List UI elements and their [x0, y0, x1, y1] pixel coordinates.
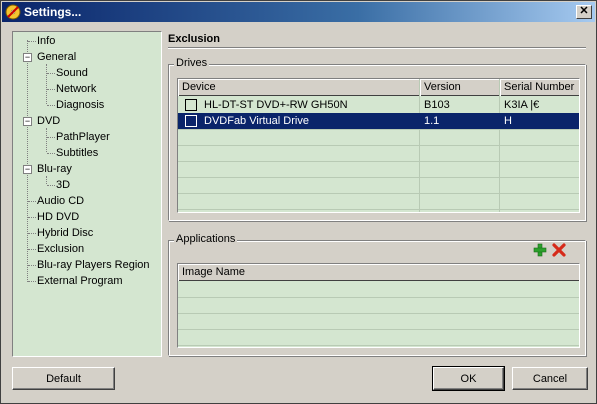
- section-divider: [168, 47, 586, 49]
- tree-item-subtitles[interactable]: Subtitles: [56, 145, 98, 161]
- tree-item-dvd[interactable]: DVD: [37, 113, 60, 129]
- table-row[interactable]: HL-DT-ST DVD+-RW GH50N B103 K3IA |€: [178, 97, 579, 113]
- title-bar[interactable]: Settings... ✕: [2, 2, 595, 22]
- tree-line: [47, 105, 55, 106]
- x-icon[interactable]: [552, 243, 566, 257]
- grid-line: [178, 329, 579, 330]
- grid-line: [178, 129, 579, 130]
- grid-line: [178, 161, 579, 162]
- tree-line: [28, 281, 36, 282]
- tree-line: [27, 40, 28, 282]
- applications-group-label: Applications: [174, 233, 238, 246]
- tree-item-hd-dvd[interactable]: HD DVD: [37, 209, 79, 225]
- tree-item-hybrid-disc[interactable]: Hybrid Disc: [37, 225, 93, 241]
- tree-item-label: Info: [37, 35, 56, 47]
- drives-table-header: Device Version Serial Number: [178, 79, 579, 96]
- tree-item-audio-cd[interactable]: Audio CD: [37, 193, 84, 209]
- grid-line: [178, 193, 579, 194]
- tree-item-label: General: [37, 51, 77, 63]
- tree-item-label: PathPlayer: [56, 131, 110, 143]
- window-title: Settings...: [24, 5, 82, 19]
- minus-icon: −: [24, 164, 31, 174]
- tree-line: [47, 137, 55, 138]
- tree-item-label: DVD: [37, 115, 61, 127]
- page-title: Exclusion: [168, 33, 220, 45]
- grid-line: [178, 345, 579, 346]
- tree-line: [47, 89, 55, 90]
- tree-item-network[interactable]: Network: [56, 81, 96, 97]
- grid-line: [178, 209, 579, 210]
- tree-item-pathplayer[interactable]: PathPlayer: [56, 129, 110, 145]
- tree-item-bluray-players-region[interactable]: Blu-ray Players Region: [37, 257, 150, 273]
- serial-cell: K3IA |€: [504, 99, 540, 111]
- tree-line: [46, 176, 47, 184]
- version-cell: B103: [424, 99, 450, 111]
- tree-line: [46, 64, 47, 104]
- tree-item-label: Blu-ray: [37, 163, 72, 175]
- tree-item-sound[interactable]: Sound: [56, 65, 88, 81]
- tree-item-label: Blu-ray Players Region: [37, 259, 150, 271]
- tree-line: [47, 73, 55, 74]
- settings-window: Settings... ✕ − − − Info General Sound N…: [0, 0, 597, 404]
- column-header-image-name[interactable]: Image Name: [178, 264, 579, 281]
- minus-icon: −: [24, 116, 31, 126]
- drives-table[interactable]: Device Version Serial Number HL-DT-ST DV…: [177, 78, 580, 213]
- cancel-button[interactable]: Cancel: [512, 367, 588, 390]
- collapse-dvd-toggle[interactable]: −: [23, 117, 32, 126]
- column-header-serial[interactable]: Serial Number: [500, 79, 579, 96]
- tree-line: [46, 128, 47, 152]
- drives-group-label: Drives: [174, 57, 210, 70]
- close-button[interactable]: ✕: [576, 5, 592, 19]
- close-icon: ✕: [579, 5, 589, 17]
- dvdfab-app-icon: [5, 4, 21, 20]
- applications-table-header: Image Name: [178, 264, 579, 281]
- tree-item-label: 3D: [56, 179, 71, 191]
- tree-item-label: Network: [56, 83, 97, 95]
- tree-line: [28, 217, 36, 218]
- device-cell: HL-DT-ST DVD+-RW GH50N: [204, 99, 348, 111]
- tree-item-label: Hybrid Disc: [37, 227, 94, 239]
- column-header-version[interactable]: Version: [420, 79, 500, 96]
- tree-item-label: Sound: [56, 67, 88, 79]
- tree-item-label: HD DVD: [37, 211, 80, 223]
- grid-line: [178, 297, 579, 298]
- grid-line: [178, 177, 579, 178]
- tree-item-bluray[interactable]: Blu-ray: [37, 161, 72, 177]
- settings-tree[interactable]: − − − Info General Sound Network Diagnos…: [12, 31, 162, 357]
- version-cell: 1.1: [424, 115, 440, 127]
- tree-item-external-program[interactable]: External Program: [37, 273, 123, 289]
- default-button[interactable]: Default: [12, 367, 115, 390]
- tree-item-label: Audio CD: [37, 195, 85, 207]
- tree-item-diagnosis[interactable]: Diagnosis: [56, 97, 104, 113]
- column-header-device[interactable]: Device: [178, 79, 420, 96]
- tree-item-info[interactable]: Info: [37, 33, 55, 49]
- tree-line: [28, 201, 36, 202]
- tree-item-exclusion[interactable]: Exclusion: [37, 241, 85, 257]
- tree-line: [28, 249, 36, 250]
- tree-line: [47, 185, 55, 186]
- drive-exclude-checkbox[interactable]: [185, 99, 197, 111]
- tree-item-label: Exclusion: [37, 243, 85, 255]
- tree-item-label: Subtitles: [56, 147, 99, 159]
- grid-line: [178, 145, 579, 146]
- device-cell: DVDFab Virtual Drive: [204, 115, 309, 127]
- tree-item-label: Diagnosis: [56, 99, 105, 111]
- grid-line: [178, 313, 579, 314]
- tree-item-general[interactable]: General: [37, 49, 76, 65]
- collapse-bluray-toggle[interactable]: −: [23, 165, 32, 174]
- table-row[interactable]: DVDFab Virtual Drive 1.1 H: [178, 113, 579, 129]
- tree-item-label: External Program: [37, 275, 123, 287]
- minus-icon: −: [24, 52, 31, 62]
- ok-button[interactable]: OK: [432, 366, 505, 391]
- tree-line: [28, 41, 36, 42]
- collapse-general-toggle[interactable]: −: [23, 53, 32, 62]
- drive-exclude-checkbox[interactable]: [185, 115, 197, 127]
- tree-line: [28, 265, 36, 266]
- tree-line: [28, 233, 36, 234]
- applications-table[interactable]: Image Name: [177, 263, 580, 348]
- tree-item-3d[interactable]: 3D: [56, 177, 70, 193]
- plus-icon[interactable]: [533, 243, 547, 257]
- serial-cell: H: [504, 115, 512, 127]
- tree-line: [47, 153, 55, 154]
